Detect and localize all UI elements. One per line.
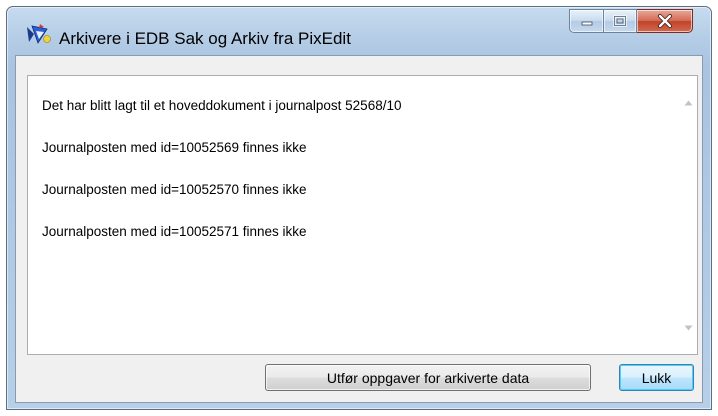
minimize-icon	[581, 16, 593, 26]
pixedit-app-icon	[25, 23, 51, 45]
title-bar[interactable]: Arkivere i EDB Sak og Arkiv fra PixEdit	[7, 7, 711, 55]
maximize-icon	[613, 15, 627, 27]
message-list: Det har blitt lagt til et hoveddokument …	[42, 96, 662, 264]
scroll-down-arrow-icon	[684, 318, 693, 336]
message-line: Journalposten med id=10052571 finnes ikk…	[42, 224, 307, 239]
dialog-window: Arkivere i EDB Sak og Arkiv fra PixEdit	[6, 6, 712, 410]
maximize-button[interactable]	[603, 9, 637, 33]
message-line: Journalposten med id=10052570 finnes ikk…	[42, 182, 307, 197]
scroll-up-arrow-icon	[684, 93, 693, 111]
close-button[interactable]: Lukk	[619, 364, 694, 391]
window-controls	[569, 9, 693, 33]
message-line: Det har blitt lagt til et hoveddokument …	[42, 98, 402, 113]
scroll-down-button[interactable]	[680, 318, 697, 335]
window-title: Arkivere i EDB Sak og Arkiv fra PixEdit	[59, 29, 351, 48]
message-line: Journalposten med id=10052569 finnes ikk…	[42, 140, 307, 155]
scroll-up-button[interactable]	[680, 93, 697, 110]
minimize-button[interactable]	[569, 9, 603, 33]
vertical-scrollbar[interactable]	[680, 76, 697, 354]
close-window-button[interactable]	[637, 9, 693, 33]
archive-tasks-button[interactable]: Utfør oppgaver for arkiverte data	[265, 364, 591, 391]
close-icon	[657, 14, 673, 28]
message-log[interactable]: Det har blitt lagt til et hoveddokument …	[27, 75, 698, 355]
dialog-client-area: Det har blitt lagt til et hoveddokument …	[15, 55, 703, 403]
